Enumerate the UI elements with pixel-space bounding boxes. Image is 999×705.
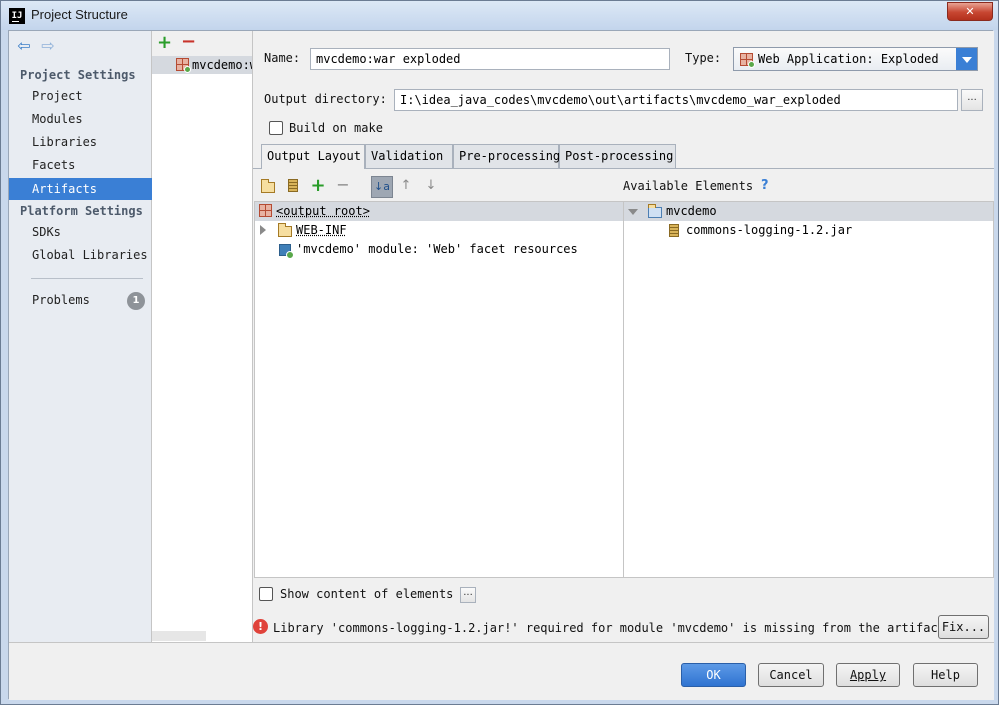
title-bar[interactable]: IJ Project Structure ✕ <box>1 1 998 30</box>
show-content-label[interactable]: Show content of elements <box>280 587 453 601</box>
sidebar-divider <box>31 278 143 279</box>
arrow-left-icon[interactable]: ⇦ <box>15 37 33 55</box>
output-root-row[interactable]: <output root> <box>255 202 623 221</box>
dialog-body: ⇦ ⇨ Project Settings Project Modules Lib… <box>8 30 994 700</box>
output-directory-field[interactable]: I:\idea_java_codes\mvcdemo\out\artifacts… <box>394 89 958 111</box>
expand-arrow-icon[interactable] <box>260 225 266 235</box>
browse-output-directory-button[interactable]: ... <box>961 89 983 111</box>
web-inf-label: WEB-INF <box>296 223 347 237</box>
available-elements-tree: mvcdemo commons-logging-1.2.jar <box>623 201 994 578</box>
module-icon <box>279 244 294 259</box>
tab-output-layout[interactable]: Output Layout <box>261 144 365 169</box>
artifact-list-panel: + − mvcdemo:war exploded <box>152 31 253 642</box>
mvcdemo-label: mvcdemo <box>666 204 717 218</box>
close-window-button[interactable]: ✕ <box>947 2 993 21</box>
sidebar-item-libraries[interactable]: Libraries <box>9 131 152 153</box>
tab-validation[interactable]: Validation <box>365 144 453 168</box>
sidebar-item-facets[interactable]: Facets <box>9 154 152 176</box>
platform-settings-header: Platform Settings <box>20 204 143 218</box>
problems-label: Problems <box>32 293 90 307</box>
build-on-make-checkbox[interactable] <box>269 121 283 135</box>
facet-resources-label: 'mvcdemo' module: 'Web' facet resources <box>296 242 578 256</box>
arrow-right-icon[interactable]: ⇨ <box>39 37 57 55</box>
ok-button[interactable]: OK <box>681 663 746 687</box>
minus-icon[interactable]: − <box>181 33 196 51</box>
type-select[interactable]: Web Application: Exploded <box>733 47 978 71</box>
name-field[interactable]: mvcdemo:war exploded <box>310 48 670 70</box>
plus-icon[interactable]: + <box>157 34 172 52</box>
tree-item-web-inf[interactable]: WEB-INF <box>255 221 623 240</box>
cancel-button[interactable]: Cancel <box>758 663 824 687</box>
web-application-icon <box>740 53 755 68</box>
sidebar-item-project[interactable]: Project <box>9 85 152 107</box>
move-up-icon[interactable]: ↑ <box>397 177 415 195</box>
fix-button[interactable]: Fix... <box>938 615 989 639</box>
intellij-app-icon: IJ <box>9 8 25 24</box>
artifact-list-toolbar: + − <box>152 31 252 57</box>
collapse-arrow-icon[interactable] <box>628 209 638 215</box>
help-button[interactable]: Help <box>913 663 978 687</box>
create-archive-icon[interactable] <box>284 177 302 195</box>
web-artifact-icon <box>176 58 191 73</box>
show-content-options-button[interactable]: ... <box>460 587 476 603</box>
settings-sidebar: ⇦ ⇨ Project Settings Project Modules Lib… <box>9 31 152 642</box>
sidebar-item-modules[interactable]: Modules <box>9 108 152 130</box>
create-directory-icon[interactable] <box>259 177 277 195</box>
sort-elements-icon[interactable]: ↓a <box>371 176 393 198</box>
folder-icon <box>278 223 292 237</box>
sidebar-item-artifacts[interactable]: Artifacts <box>9 178 152 200</box>
show-content-checkbox[interactable] <box>259 587 273 601</box>
output-root-label: <output root> <box>276 204 370 218</box>
tree-item-commons-logging[interactable]: commons-logging-1.2.jar <box>624 221 993 240</box>
tree-item-mvcdemo[interactable]: mvcdemo <box>624 202 993 221</box>
name-label: Name: <box>264 51 301 65</box>
available-elements-header: Available Elements <box>623 179 754 193</box>
archive-root-icon <box>259 204 272 217</box>
problems-count-badge: 1 <box>127 292 145 310</box>
artifact-list-scrollbar[interactable] <box>152 631 206 641</box>
type-label: Type: <box>685 51 722 65</box>
remove-icon[interactable]: − <box>334 176 352 194</box>
project-structure-window: IJ Project Structure ✕ ⇦ ⇨ Project Setti… <box>0 0 999 705</box>
output-layout-tree: <output root> WEB-INF 'mvcdemo' module: … <box>254 201 624 578</box>
artifact-list-item[interactable]: mvcdemo:war exploded <box>152 56 252 74</box>
error-message: Library 'commons-logging-1.2.jar!' requi… <box>273 621 945 635</box>
module-folder-icon <box>648 204 662 218</box>
project-settings-header: Project Settings <box>20 68 136 82</box>
tree-item-facet-resources[interactable]: 'mvcdemo' module: 'Web' facet resources <box>255 240 623 259</box>
apply-button[interactable]: Apply <box>836 663 900 687</box>
build-on-make-label[interactable]: Build on make <box>289 121 383 135</box>
tab-post-processing[interactable]: Post-processing <box>559 144 676 168</box>
artifact-item-label: mvcdemo:war exploded <box>192 58 252 72</box>
type-select-value: Web Application: Exploded <box>758 52 939 66</box>
artifact-config-panel: Name: mvcdemo:war exploded Type: Web App… <box>253 31 994 642</box>
jar-icon <box>669 224 679 237</box>
question-icon[interactable]: ? <box>761 178 769 193</box>
sidebar-item-global-libraries[interactable]: Global Libraries <box>9 244 152 266</box>
tab-pre-processing[interactable]: Pre-processing <box>453 144 560 168</box>
add-copy-icon[interactable]: + <box>309 177 327 195</box>
error-icon: ! <box>253 619 268 634</box>
commons-logging-label: commons-logging-1.2.jar <box>686 223 853 237</box>
move-down-icon[interactable]: ↓ <box>422 177 440 195</box>
window-title: Project Structure <box>31 7 128 22</box>
chevron-down-icon[interactable] <box>956 48 977 70</box>
sidebar-item-sdks[interactable]: SDKs <box>9 221 152 243</box>
dialog-button-bar: OK Cancel Apply Help <box>9 642 994 700</box>
output-directory-label: Output directory: <box>264 92 387 106</box>
